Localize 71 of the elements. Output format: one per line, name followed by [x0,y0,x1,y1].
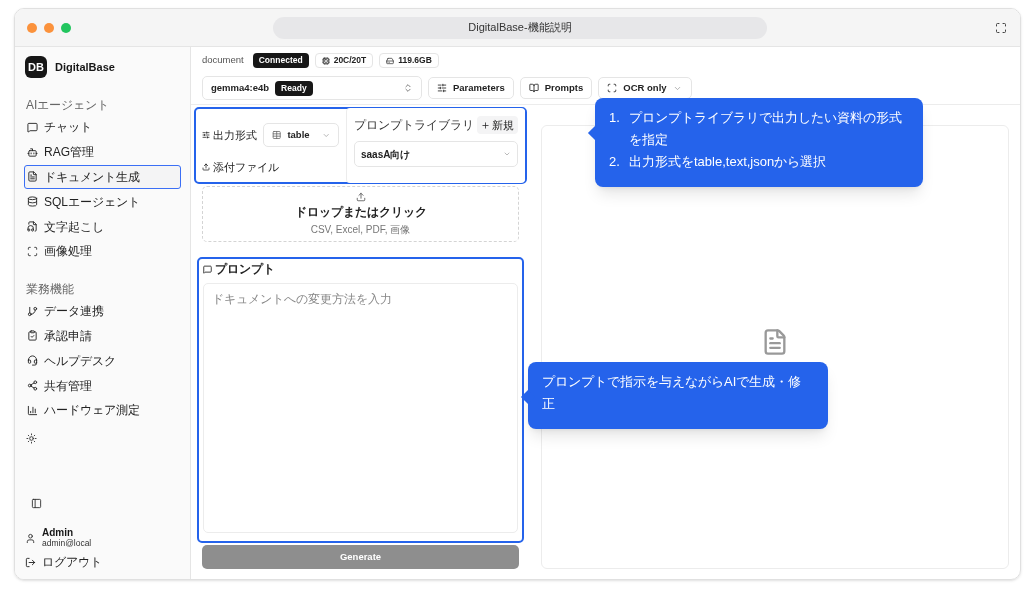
section-heading: 業務機能 [25,280,75,298]
prompts-button[interactable]: Prompts [519,77,593,99]
chat-icon [203,264,212,274]
scan-icon [607,83,618,93]
database-icon [27,196,38,208]
share-icon [27,380,38,392]
cpu-icon [321,56,330,65]
sidebar-item[interactable]: データ連携 [24,298,181,324]
sidebar-item[interactable]: ハードウェア測定 [24,397,181,423]
new-button[interactable]: 新規 [477,116,518,134]
parameters-button[interactable]: Parameters [428,77,514,99]
storage-badge: 119.6GB [379,53,439,68]
robot-icon [27,146,38,158]
prompt-label: プロンプト [215,261,275,278]
theme-icon[interactable] [26,432,37,444]
ready-badge: Ready [275,80,313,96]
headset-icon [27,355,38,367]
sidebar-toggle-icon[interactable] [31,498,42,509]
drive-icon [386,56,395,65]
library-title: プロンプトライブラリ [354,117,474,134]
fullscreen-icon[interactable] [995,21,1007,34]
sidebar-item[interactable]: チャット [24,115,181,140]
callout-text: 1. プロンプトライブラリで出力したい資料の形式を指定 [609,109,903,149]
sidebar-item[interactable]: 共有管理 [24,373,181,398]
branch-icon [27,305,38,317]
clipboard-check-icon [27,330,38,342]
user-name: Admin [42,527,75,538]
scan-icon [27,245,38,257]
table-icon [272,130,282,140]
format-select[interactable]: table [263,123,339,147]
sliders-icon [437,83,447,93]
sidebar-item[interactable]: 承認申請 [24,323,181,349]
chat-icon [27,121,38,133]
callout-text: 2. 出力形式をtable,text,jsonから選択 [609,153,828,171]
sidebar-item[interactable]: 文字起こし [24,214,181,239]
dropzone-hint: CSV, Excel, PDF, 画像 [310,222,411,237]
bar-chart-icon [27,404,38,416]
book-icon [528,83,539,93]
sidebar-item[interactable]: SQLエージェント [24,189,181,215]
sidebar-item[interactable]: 画像処理 [24,239,181,264]
brand-logo: DB [25,56,47,78]
chevron-icon [403,83,413,93]
upload-icon [355,191,366,202]
chevron-icon [503,150,511,158]
sidebar-item[interactable]: ドキュメント生成 [24,164,181,190]
logout-icon [25,556,36,568]
cpu-badge: 20C/20T [314,53,374,68]
library-select[interactable]: saasA向け [354,141,518,167]
output-format-label: 出力形式 [213,127,257,143]
sidebar-item[interactable]: ヘルプデスク [24,348,181,374]
prompt-field[interactable]: ドキュメントへの変更方法を入力 [203,283,518,533]
dropzone[interactable]: ドロップまたはクリック CSV, Excel, PDF, 画像 [202,186,519,242]
sidebar-item[interactable]: RAG管理 [24,139,181,165]
attach-label: 添付ファイル [213,160,279,175]
audio-file-icon [27,221,38,233]
window-title: DigitalBase-機能説明 [273,16,767,39]
logout-button[interactable]: ログアウト [25,553,180,571]
sliders-icon [202,131,210,139]
callout-text: プロンプトで指示を与えながらAIで生成・修正 [542,373,803,413]
model-select[interactable]: gemma4:e4b Ready [202,76,422,100]
user-email: admin@local [42,538,92,549]
user-icon [25,532,36,544]
document-icon [27,171,38,183]
brand-name: DigitalBase [55,59,115,75]
ocr-select[interactable]: OCR only [598,77,693,99]
dropzone-title: ドロップまたはクリック [294,203,427,221]
context-label: document [202,53,244,68]
plus-icon [481,120,490,130]
section-heading: AIエージェント [25,97,111,114]
status-badge: Connected [252,53,309,68]
upload-icon [202,163,210,172]
